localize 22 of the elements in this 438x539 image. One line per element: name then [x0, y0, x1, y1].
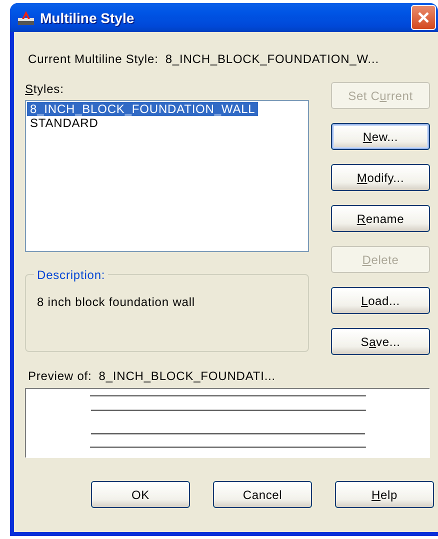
preview-value: 8_INCH_BLOCK_FOUNDATI...: [98, 369, 276, 383]
description-label: Description:: [34, 268, 108, 282]
modify-button[interactable]: Modify...: [331, 164, 430, 191]
list-item[interactable]: STANDARD: [27, 116, 133, 130]
window-title: Multiline Style: [40, 10, 136, 26]
current-style-label: Current Multiline Style:: [28, 52, 158, 66]
close-icon: [417, 11, 430, 24]
ok-button[interactable]: OK: [91, 481, 190, 508]
list-item[interactable]: 8_INCH_BLOCK_FOUNDATION_WALL: [27, 102, 258, 116]
current-style-value: 8_INCH_BLOCK_FOUNDATION_W...: [165, 52, 380, 66]
styles-label: Styles:: [25, 82, 65, 96]
preview-label: Preview of:: [28, 369, 92, 383]
description-text: 8 inch block foundation wall: [37, 295, 195, 309]
styles-list[interactable]: 8_INCH_BLOCK_FOUNDATION_WALL STANDARD: [25, 100, 309, 252]
app-icon: [17, 10, 35, 26]
save-button[interactable]: Save...: [331, 328, 430, 355]
load-button[interactable]: Load...: [331, 287, 430, 314]
cancel-button[interactable]: Cancel: [213, 481, 312, 508]
rename-button[interactable]: Rename: [331, 205, 430, 232]
help-button[interactable]: Help: [335, 481, 434, 508]
close-button[interactable]: [411, 5, 436, 30]
new-button[interactable]: New...: [331, 123, 430, 150]
